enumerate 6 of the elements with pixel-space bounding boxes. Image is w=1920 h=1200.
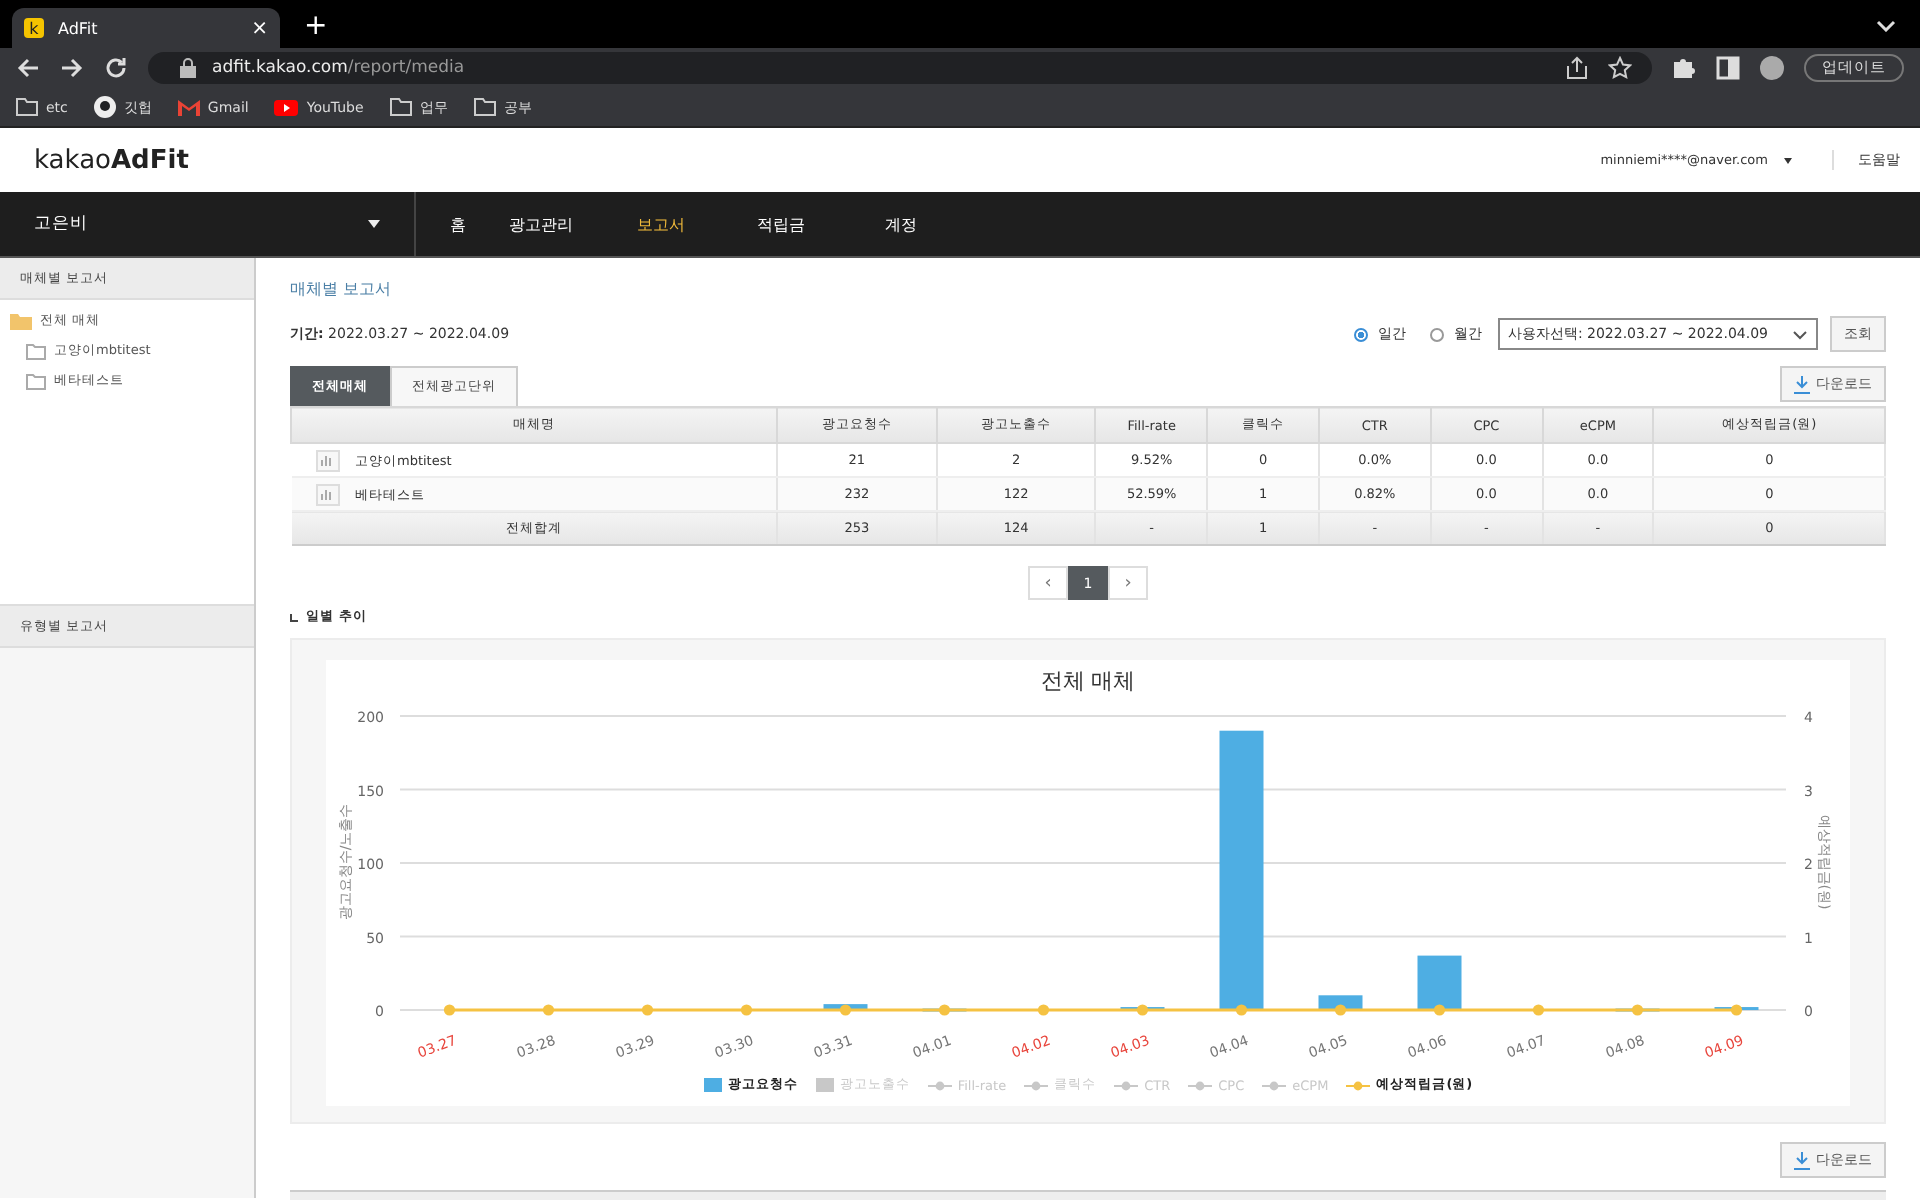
url-path: /report/media xyxy=(347,58,465,78)
tab-title: AdFit xyxy=(58,19,100,37)
favicon-icon: k xyxy=(24,18,44,38)
url-host: adfit.kakao.com xyxy=(212,58,348,78)
chart-title: 전체 매체 xyxy=(1040,668,1136,694)
report-title: 매체별 보고서 xyxy=(290,278,394,300)
